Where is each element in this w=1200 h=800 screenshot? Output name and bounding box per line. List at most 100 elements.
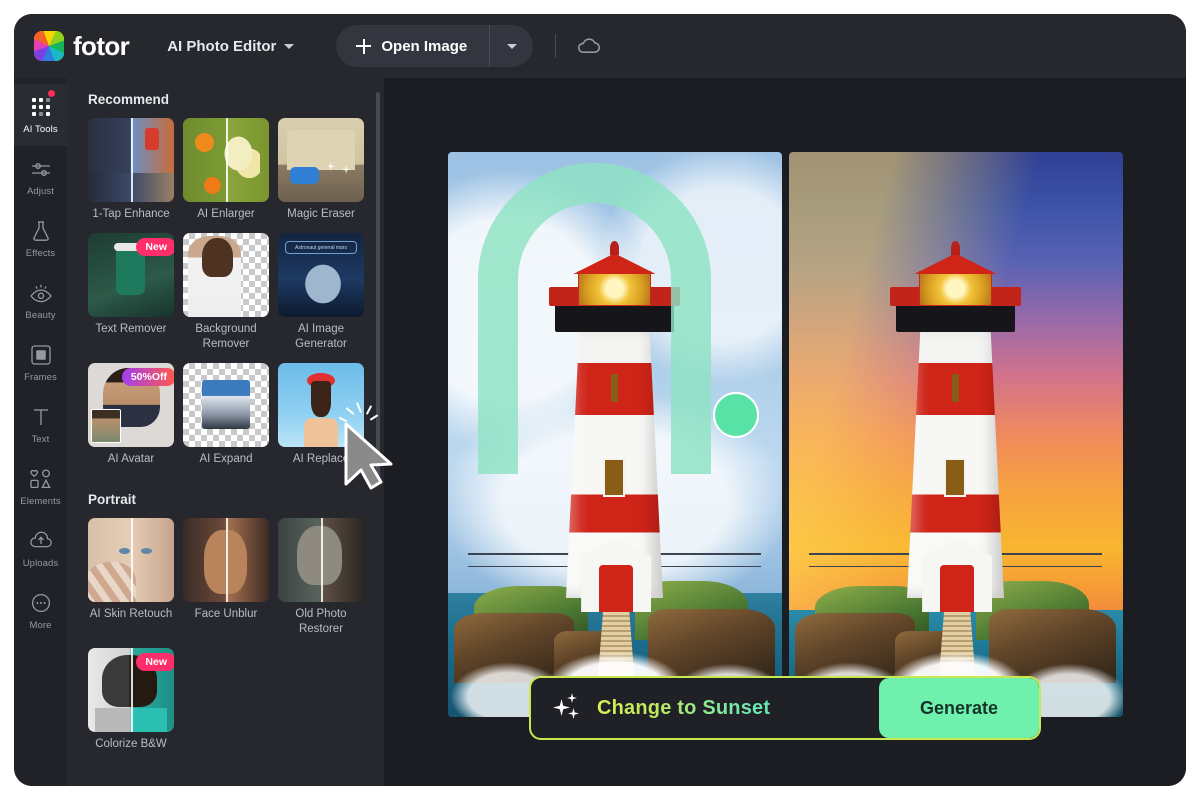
- sidebar-item-elements[interactable]: Elements: [14, 456, 68, 518]
- tool-card-ai-replace[interactable]: AI Replace: [278, 363, 364, 474]
- tool-label: AI Image Generator: [278, 317, 364, 359]
- tool-label: Magic Eraser: [278, 202, 364, 229]
- notification-dot: [48, 90, 55, 97]
- flask-icon: [31, 219, 51, 243]
- sidebar-item-label: Uploads: [23, 558, 59, 569]
- prompt-text: Change to Sunset: [597, 697, 770, 720]
- sidebar-item-beauty[interactable]: Beauty: [14, 270, 68, 332]
- tool-thumbnail: [278, 363, 364, 447]
- open-image-dropdown-button[interactable]: [489, 25, 533, 67]
- sidebar-item-adjust[interactable]: Adjust: [14, 146, 68, 208]
- text-t-icon: [30, 405, 52, 429]
- shapes-icon: [29, 467, 53, 491]
- fotor-color-wheel-icon: [34, 31, 64, 61]
- section-title-portrait: Portrait: [88, 492, 364, 507]
- tool-card-background-remover[interactable]: Background Remover: [183, 233, 269, 359]
- tool-card-ai-avatar[interactable]: 50%Off AI Avatar: [88, 363, 174, 474]
- tool-label: Background Remover: [183, 317, 269, 359]
- plus-icon: [356, 39, 371, 54]
- badge-new: New: [136, 653, 174, 671]
- brand-name: fotor: [73, 31, 129, 62]
- tool-thumbnail: [88, 518, 174, 602]
- sidebar-item-effects[interactable]: Effects: [14, 208, 68, 270]
- sidebar-item-more[interactable]: More: [14, 580, 68, 642]
- header-divider: [555, 34, 556, 58]
- tool-card-face-unblur[interactable]: Face Unblur: [183, 518, 269, 644]
- tool-card-ai-image-generator[interactable]: Astronaut general mars AI Image Generato…: [278, 233, 364, 359]
- tool-thumbnail: [278, 518, 364, 602]
- brush-cursor[interactable]: [713, 392, 759, 438]
- upload-cloud-icon: [29, 529, 53, 553]
- tools-scroll-region[interactable]: Recommend 1-Tap Enhance: [68, 92, 384, 786]
- sidebar-item-text[interactable]: Text: [14, 394, 68, 456]
- image-comparison-row: [384, 152, 1186, 717]
- app-window: fotor AI Photo Editor Open Image: [14, 14, 1186, 786]
- cloud-icon[interactable]: [576, 36, 602, 56]
- tool-card-ai-expand[interactable]: AI Expand: [183, 363, 269, 474]
- sidebar-item-label: Effects: [26, 248, 56, 259]
- tool-card-colorize-bw[interactable]: New Colorize B&W: [88, 648, 174, 759]
- app-body: AI Tools Adjust Effect: [14, 78, 1186, 786]
- tool-label: Text Remover: [88, 317, 174, 344]
- panel-bottom-fade: [68, 772, 384, 786]
- tool-label: Face Unblur: [183, 602, 269, 629]
- tool-thumbnail: [183, 363, 269, 447]
- tool-card-old-photo-restorer[interactable]: Old Photo Restorer: [278, 518, 364, 644]
- tool-card-text-remover[interactable]: New Text Remover: [88, 233, 174, 359]
- prompt-input[interactable]: Change to Sunset: [531, 678, 879, 738]
- badge-new: New: [136, 238, 174, 256]
- tool-label: AI Replace: [278, 447, 364, 474]
- sidebar-item-frames[interactable]: Frames: [14, 332, 68, 394]
- open-image-button[interactable]: Open Image: [336, 25, 489, 67]
- sidebar-item-label: Frames: [24, 372, 57, 383]
- tool-grid-portrait: AI Skin Retouch Face Unblur: [88, 518, 364, 759]
- sidebar-item-label: Elements: [20, 496, 60, 507]
- tool-grid-recommend: 1-Tap Enhance AI Enlarger: [88, 118, 364, 474]
- open-image-label: Open Image: [381, 38, 467, 55]
- tool-thumbnail: [183, 233, 269, 317]
- tool-thumbnail: New: [88, 233, 174, 317]
- tool-label: 1-Tap Enhance: [88, 202, 174, 229]
- thumbnail-prompt-text: Astronaut general mars: [285, 241, 357, 254]
- tool-label: Old Photo Restorer: [278, 602, 364, 644]
- tool-thumbnail: Astronaut general mars: [278, 233, 364, 317]
- tool-card-ai-enlarger[interactable]: AI Enlarger: [183, 118, 269, 229]
- tools-panel-scrollbar[interactable]: [376, 92, 380, 482]
- canvas-area: Change to Sunset Generate: [384, 78, 1186, 786]
- tool-thumbnail: [278, 118, 364, 202]
- badge-discount: 50%Off: [122, 368, 174, 386]
- app-header: fotor AI Photo Editor Open Image: [14, 14, 1186, 78]
- eye-icon: [29, 281, 53, 305]
- tool-label: AI Expand: [183, 447, 269, 474]
- sidebar-item-label: Adjust: [27, 186, 54, 197]
- section-title-recommend: Recommend: [88, 92, 364, 107]
- fotor-logo[interactable]: fotor: [34, 31, 129, 62]
- sliders-icon: [30, 157, 52, 181]
- tool-card-magic-eraser[interactable]: Magic Eraser: [278, 118, 364, 229]
- sidebar-item-uploads[interactable]: Uploads: [14, 518, 68, 580]
- sidebar-item-label: AI Tools: [23, 124, 57, 135]
- left-rail: AI Tools Adjust Effect: [14, 78, 68, 786]
- tool-label: AI Skin Retouch: [88, 602, 174, 629]
- tool-label: AI Avatar: [88, 447, 174, 474]
- after-image[interactable]: [789, 152, 1123, 717]
- tool-thumbnail: New: [88, 648, 174, 732]
- sparkles-icon: [553, 693, 583, 723]
- prompt-bar: Change to Sunset Generate: [529, 676, 1041, 740]
- open-image-group: Open Image: [336, 25, 533, 67]
- ellipsis-icon: [30, 591, 52, 615]
- sidebar-item-label: Beauty: [25, 310, 55, 321]
- frame-icon: [30, 343, 52, 367]
- generate-button[interactable]: Generate: [879, 678, 1039, 738]
- grid-dots-icon: [32, 95, 50, 119]
- sidebar-item-label: More: [29, 620, 51, 631]
- chevron-down-icon: [284, 44, 294, 49]
- tool-thumbnail: [183, 518, 269, 602]
- app-mode-selector[interactable]: AI Photo Editor: [167, 38, 294, 55]
- tool-card-ai-skin-retouch[interactable]: AI Skin Retouch: [88, 518, 174, 644]
- tool-card-1-tap-enhance[interactable]: 1-Tap Enhance: [88, 118, 174, 229]
- tool-thumbnail: 50%Off: [88, 363, 174, 447]
- tool-thumbnail: [183, 118, 269, 202]
- sidebar-item-ai-tools[interactable]: AI Tools: [14, 84, 68, 146]
- before-image[interactable]: [448, 152, 782, 717]
